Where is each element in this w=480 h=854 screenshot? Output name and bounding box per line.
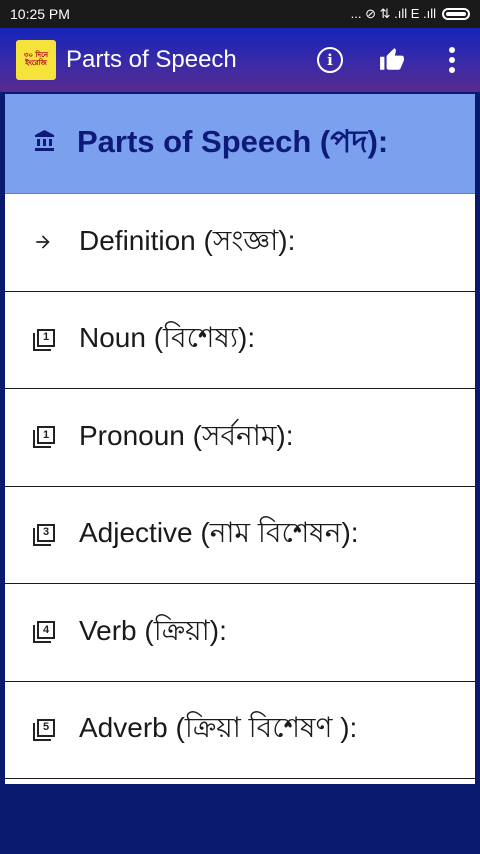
filter-1-icon: 1: [33, 328, 79, 351]
list-item-label: Adverb (ক্রিয়া বিশেষণ ):: [79, 712, 358, 744]
like-button[interactable]: [368, 36, 416, 84]
status-bar: 10:25 PM ... ⊘ ⇅ .ıll E .ıll: [0, 0, 480, 28]
app-title: Parts of Speech: [66, 46, 237, 73]
list-item-label: Verb (ক্রিয়া):: [79, 614, 227, 646]
filter-5-icon: 5: [33, 718, 79, 741]
list-item-adjective[interactable]: 3 Adjective (নাম বিশেষন):: [5, 487, 475, 584]
app-logo: ৩০ দিনে ইংরেজি: [16, 40, 56, 80]
list-item-label: Pronoun (সর্বনাম):: [79, 419, 294, 451]
app-logo-line2: ইংরেজি: [25, 59, 47, 67]
list-item-label: Adjective (নাম বিশেষন):: [79, 517, 359, 549]
info-button[interactable]: i: [306, 36, 354, 84]
thumb-up-icon: [380, 48, 404, 70]
filter-3-icon: 3: [33, 523, 79, 546]
more-vert-icon: [449, 47, 455, 73]
app-bar: ৩০ দিনে ইংরেজি Parts of Speech i: [0, 28, 480, 92]
bottom-banner-area: [0, 784, 480, 854]
more-options-button[interactable]: [428, 36, 476, 84]
list-item-label: Noun (বিশেষ্য):: [79, 322, 256, 354]
list-item-adverb[interactable]: 5 Adverb (ক্রিয়া বিশেষণ ):: [5, 682, 475, 779]
list-header-title: Parts of Speech (পদ):: [77, 123, 389, 159]
filter-4-icon: 4: [33, 621, 79, 644]
filter-1-icon: 1: [33, 426, 79, 449]
info-icon: i: [317, 47, 343, 73]
list-item-definition[interactable]: Definition (সংজ্ঞা):: [5, 194, 475, 292]
battery-icon: [442, 8, 470, 20]
list-item-label: Definition (সংজ্ঞা):: [79, 224, 296, 256]
list-item-verb[interactable]: 4 Verb (ক্রিয়া):: [5, 584, 475, 682]
list-header: Parts of Speech (পদ):: [5, 94, 475, 194]
list-item-noun[interactable]: 1 Noun (বিশেষ্য):: [5, 292, 475, 389]
status-time: 10:25 PM: [10, 6, 70, 22]
topic-list: Parts of Speech (পদ): Definition (সংজ্ঞা…: [5, 94, 475, 784]
arrow-right-icon: [33, 232, 79, 252]
signal-indicators: ... ⊘ ⇅ .ıll E .ıll: [350, 6, 436, 21]
list-item-pronoun[interactable]: 1 Pronoun (সর্বনাম):: [5, 389, 475, 487]
status-indicators: ... ⊘ ⇅ .ıll E .ıll: [351, 6, 470, 22]
bank-icon: [33, 129, 77, 159]
